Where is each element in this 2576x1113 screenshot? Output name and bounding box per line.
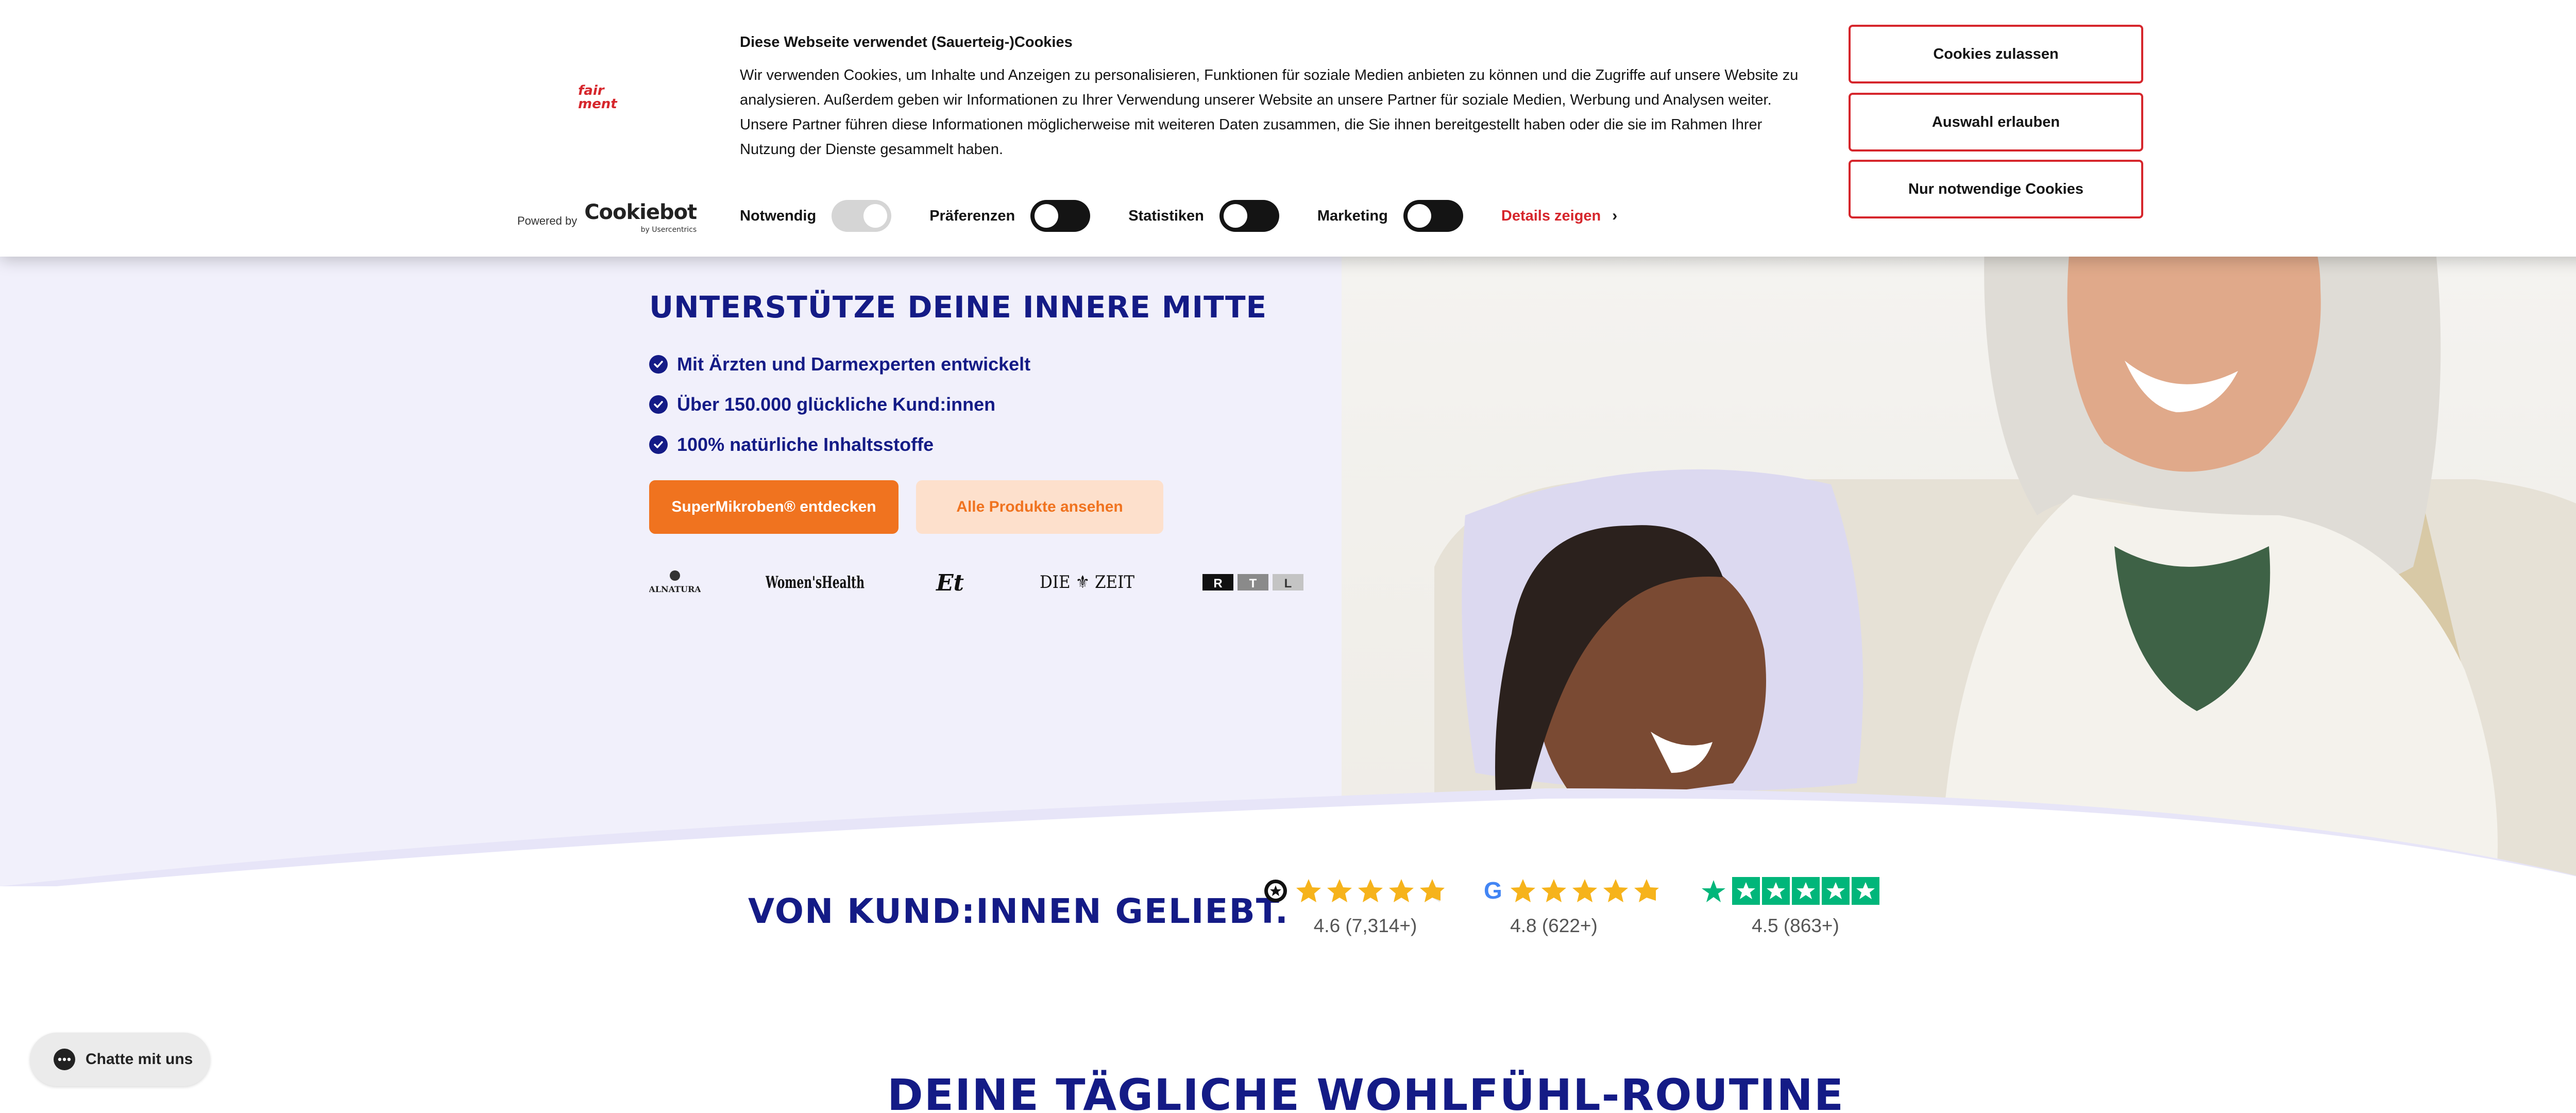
statistics-switch[interactable]	[1219, 200, 1279, 232]
rating-stars: G	[1482, 876, 1688, 906]
svg-text:ALNATURA: ALNATURA	[649, 584, 701, 594]
check-item: 100% natürliche Inhaltsstoffe	[649, 425, 1350, 465]
svg-text:L: L	[1284, 577, 1292, 591]
hero-content: UNTERSTÜTZE DEINE INNERE MITTE Mit Ärzte…	[649, 289, 1350, 534]
cookie-description: Wir verwenden Cookies, um Inhalte und An…	[740, 67, 1799, 158]
trustpilot-stars	[1702, 877, 1879, 905]
womens-health-logo: Women'sHealth	[766, 567, 867, 598]
alnatura-logo: ALNATURA	[649, 567, 701, 598]
toggle-label: Präferenzen	[929, 207, 1015, 224]
check-label: Mit Ärzten und Darmexperten entwickelt	[677, 353, 1031, 375]
svg-text:ment: ment	[578, 96, 618, 112]
rating-score: 4.6 (7,314+)	[1313, 915, 1417, 936]
check-item: Über 150.000 glückliche Kund:innen	[649, 384, 1350, 425]
svg-text:R: R	[1213, 577, 1222, 591]
review-trustpilot: 4.5 (863+)	[1700, 876, 1906, 937]
svg-text:Et: Et	[935, 570, 964, 596]
check-icon	[649, 395, 668, 414]
reviews-title: VON KUND:INNEN GELIEBT.	[748, 891, 1289, 931]
svg-text:Women'sHealth: Women'sHealth	[766, 572, 865, 592]
toggle-label: Marketing	[1317, 207, 1388, 224]
hero-title: UNTERSTÜTZE DEINE INNERE MITTE	[649, 290, 1267, 325]
details-label: Details zeigen	[1501, 207, 1601, 224]
toggle-necessary: Notwendig	[740, 200, 892, 232]
rating-stars	[1262, 876, 1468, 906]
allow-selection-button[interactable]: Auswahl erlauben	[1849, 93, 2143, 151]
check-label: 100% natürliche Inhaltsstoffe	[677, 434, 934, 455]
chat-bubble-icon	[54, 1049, 75, 1070]
trusted-shops-stars	[1264, 879, 1445, 902]
toggle-label: Notwendig	[740, 207, 817, 224]
check-item: Mit Ärzten und Darmexperten entwickelt	[649, 344, 1350, 384]
switch-knob	[1223, 204, 1247, 228]
consent-toggles: Notwendig Präferenzen Statistiken Market…	[740, 200, 1617, 232]
toggle-label: Statistiken	[1128, 207, 1204, 224]
hero-wave-divider	[0, 788, 2576, 886]
hero-checklist: Mit Ärzten und Darmexperten entwickelt Ü…	[649, 344, 1350, 465]
cookiebot-logo: Cookiebot by Usercentrics	[584, 202, 697, 239]
press-logos: ALNATURA Women'sHealth Et DIE ⚜ ZEIT R T…	[649, 567, 1303, 598]
cookie-banner: fair ment Diese Webseite verwendet (Saue…	[0, 0, 2576, 257]
toggle-statistics: Statistiken	[1128, 200, 1279, 232]
chat-label: Chatte mit uns	[86, 1051, 193, 1068]
necessary-only-button[interactable]: Nur notwendige Cookies	[1849, 160, 2143, 218]
marketing-switch[interactable]	[1403, 200, 1463, 232]
check-icon	[649, 435, 668, 454]
rtl-logo: R T L	[1202, 567, 1303, 598]
svg-text:DIE ⚜ ZEIT: DIE ⚜ ZEIT	[1040, 572, 1134, 593]
elle-logo: Et	[931, 567, 969, 598]
chevron-right-icon: ›	[1612, 207, 1618, 224]
cookiebot-branding[interactable]: Powered by Cookiebot by Usercentrics	[517, 202, 697, 239]
switch-knob	[863, 204, 888, 228]
allow-all-cookies-button[interactable]: Cookies zulassen	[1849, 25, 2143, 83]
routine-title: DEINE TÄGLICHE WOHLFÜHL-ROUTINE	[887, 1070, 1845, 1113]
rating-stars	[1700, 876, 1906, 906]
supermikroben-button[interactable]: SuperMikroben® entdecken	[649, 480, 899, 534]
review-google: G 4.8 (622+)	[1482, 876, 1688, 937]
google-stars: G	[1484, 877, 1659, 904]
chat-widget-button[interactable]: Chatte mit uns	[30, 1033, 210, 1086]
rating-score: 4.8 (622+)	[1510, 915, 1598, 936]
details-link[interactable]: Details zeigen ›	[1501, 207, 1617, 225]
svg-text:T: T	[1249, 577, 1257, 591]
die-zeit-logo: DIE ⚜ ZEIT	[1040, 567, 1136, 598]
svg-text:G: G	[1484, 877, 1502, 904]
necessary-switch	[832, 200, 892, 232]
powered-by-label: Powered by	[517, 214, 578, 227]
all-products-button[interactable]: Alle Produkte ansehen	[916, 480, 1163, 534]
fairment-logo[interactable]: fair ment	[576, 81, 628, 115]
toggle-preferences: Präferenzen	[929, 200, 1091, 232]
toggle-marketing: Marketing	[1317, 200, 1463, 232]
hero-buttons: SuperMikroben® entdecken Alle Produkte a…	[649, 480, 1350, 534]
cookie-title: Diese Webseite verwendet (Sauerteig-)Coo…	[740, 34, 1073, 50]
switch-knob	[1407, 204, 1431, 228]
check-icon	[649, 355, 668, 374]
rating-score: 4.5 (863+)	[1752, 915, 1839, 936]
check-label: Über 150.000 glückliche Kund:innen	[677, 394, 996, 415]
switch-knob	[1035, 204, 1059, 228]
review-trusted-shops: 4.6 (7,314+)	[1262, 876, 1468, 937]
page: UNTERSTÜTZE DEINE INNERE MITTE Mit Ärzte…	[0, 0, 2576, 1113]
preferences-switch[interactable]	[1030, 200, 1091, 232]
